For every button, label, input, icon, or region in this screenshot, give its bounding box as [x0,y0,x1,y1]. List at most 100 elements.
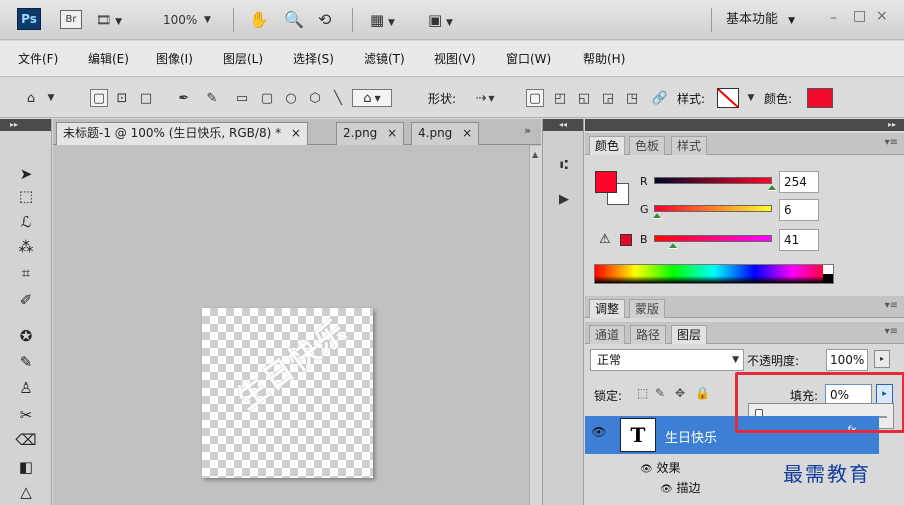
move-tool-icon[interactable]: ➤ [15,163,37,185]
gradient-tool-icon[interactable]: ◧ [15,456,37,478]
close-button[interactable]: × [876,8,888,24]
menu-window[interactable]: 窗口(W) [506,50,551,67]
chevron-down-icon[interactable]: ▼ [204,9,211,31]
gamut-warning-icon[interactable]: ⚠ [599,232,611,247]
polygon-button[interactable]: ⬡ [306,89,324,107]
pen-tool-button[interactable]: ✒ [175,89,193,107]
launch-minibridge-button[interactable]: 🎞 ▼ [96,9,122,31]
arrange-documents-button[interactable]: ▦ ▼ [370,9,395,31]
opacity-slider-toggle[interactable]: ▸ [874,350,890,368]
menu-view[interactable]: 视图(V) [434,50,476,67]
black-white-swatches[interactable] [823,265,833,283]
panel-menu-icon[interactable]: ▾≡ [885,326,898,337]
channel-value-g[interactable]: 6 [779,199,819,221]
zoom-tool-icon[interactable]: 🔍 [284,9,304,31]
eyedropper-icon[interactable]: ✐ [15,289,37,311]
foreground-color-swatch[interactable] [595,171,617,193]
rounded-rectangle-button[interactable]: ▢ [258,89,276,107]
visibility-eye-icon[interactable]: 👁 [589,425,609,439]
blend-mode-select[interactable]: 正常 ▼ [590,349,744,371]
channel-slider-thumb-r[interactable] [766,184,777,191]
paths-button[interactable]: ⊡ [113,89,131,107]
rotate-view-icon[interactable]: ⟲ [318,9,331,31]
close-icon[interactable]: × [387,126,397,140]
opacity-input[interactable]: 100% [826,349,868,371]
close-icon[interactable]: × [291,126,301,140]
menu-select[interactable]: 选择(S) [293,50,334,67]
chevron-down-icon[interactable]: ▼ [42,89,60,107]
vertical-scrollbar[interactable]: ▲ [529,146,541,505]
tab-adjustments[interactable]: 调整 [589,299,626,318]
fill-pixels-button[interactable]: □ [137,89,155,107]
restore-button[interactable]: □ [853,8,866,24]
hand-tool-icon[interactable]: ✋ [249,9,269,31]
channel-slider-thumb-b[interactable] [667,242,678,249]
gamut-color-swatch[interactable] [620,234,632,246]
shape-layers-button[interactable]: ▢ [90,89,108,107]
document-canvas[interactable]: 生日快乐 [202,308,373,478]
channel-value-r[interactable]: 254 [779,171,819,193]
workspace-switcher[interactable]: 基本功能 ▼ [726,9,795,31]
tab-swatches[interactable]: 色板 [629,136,666,155]
lasso-tool-icon[interactable]: ℒ [15,211,37,233]
panel-collapse-icon[interactable]: ▸▸ [0,119,51,131]
brush-tool-icon[interactable]: ✎ [15,351,37,373]
menu-file[interactable]: 文件(F) [18,50,58,67]
channel-slider-g[interactable] [654,205,772,212]
rectangle-shape-button[interactable]: ▭ [233,89,251,107]
exclude-shape-button[interactable]: ◳ [623,89,641,107]
text-layer-thumbnail[interactable]: T [620,418,656,452]
minimize-button[interactable]: – [830,10,837,26]
tool-preset-picker[interactable]: ⌂ [22,89,40,107]
freeform-pen-button[interactable]: ✎ [203,89,221,107]
color-spectrum-bar[interactable] [594,264,834,284]
visibility-eye-icon[interactable]: 👁 [660,484,673,495]
history-panel-icon[interactable]: ⑆ [553,155,575,175]
tab-4-png[interactable]: 4.png × [411,122,480,145]
panel-menu-icon[interactable]: ▾≡ [885,300,898,311]
history-brush-icon[interactable]: ✂ [15,404,37,426]
healing-brush-icon[interactable]: ✪ [15,325,37,347]
channel-slider-r[interactable] [654,177,772,184]
ellipse-button[interactable]: ○ [282,89,300,107]
menu-layer[interactable]: 图层(L) [223,50,263,67]
chevron-down-icon[interactable]: ▼ [742,89,760,107]
tab-2-png[interactable]: 2.png × [336,122,405,145]
line-button[interactable]: ╲ [329,89,347,107]
tab-untitled-1[interactable]: 未标题-1 @ 100% (生日快乐, RGB/8) * × [56,122,308,145]
scroll-up-icon[interactable]: ▲ [532,150,538,159]
tab-masks[interactable]: 蒙版 [629,299,666,318]
marquee-tool-icon[interactable]: ⬚ [15,185,37,207]
zoom-level-select[interactable]: 100% [163,9,197,31]
add-to-shape-button[interactable]: ◰ [551,89,569,107]
intersect-shape-button[interactable]: ◲ [599,89,617,107]
tab-layers[interactable]: 图层 [671,325,708,344]
link-style-button[interactable]: 🔗 [651,89,669,107]
menu-filter[interactable]: 滤镜(T) [364,50,405,67]
shape-color-swatch[interactable] [807,88,833,108]
lock-image-icon[interactable]: ✎ [655,386,665,400]
menu-edit[interactable]: 编辑(E) [88,50,129,67]
channel-slider-b[interactable] [654,235,772,242]
actions-panel-icon[interactable]: ▶ [553,189,575,209]
panel-collapse-icon[interactable]: ▸▸ [585,119,904,131]
bridge-button[interactable]: Br [60,10,82,29]
lock-position-icon[interactable]: ✥ [675,386,685,400]
menu-help[interactable]: 帮助(H) [583,50,625,67]
screen-mode-button[interactable]: ▣ ▼ [428,9,453,31]
channel-value-b[interactable]: 41 [779,229,819,251]
visibility-eye-icon[interactable]: 👁 [640,464,653,475]
close-icon[interactable]: × [462,126,472,140]
new-shape-layer-button[interactable]: ▢ [526,89,544,107]
style-swatch[interactable] [717,88,739,108]
lock-transparency-icon[interactable]: ⬚ [637,386,648,400]
custom-shape-button[interactable]: ⌂ ▼ [352,89,392,107]
panel-menu-icon[interactable]: ▾≡ [885,137,898,148]
subtract-shape-button[interactable]: ◱ [575,89,593,107]
crop-tool-icon[interactable]: ⌗ [15,262,37,284]
tab-channels[interactable]: 通道 [589,325,626,344]
lock-all-icon[interactable]: 🔒 [695,386,710,400]
channel-slider-thumb-g[interactable] [651,212,662,219]
layer-name[interactable]: 生日快乐 [665,427,717,446]
tab-paths[interactable]: 路径 [630,325,667,344]
